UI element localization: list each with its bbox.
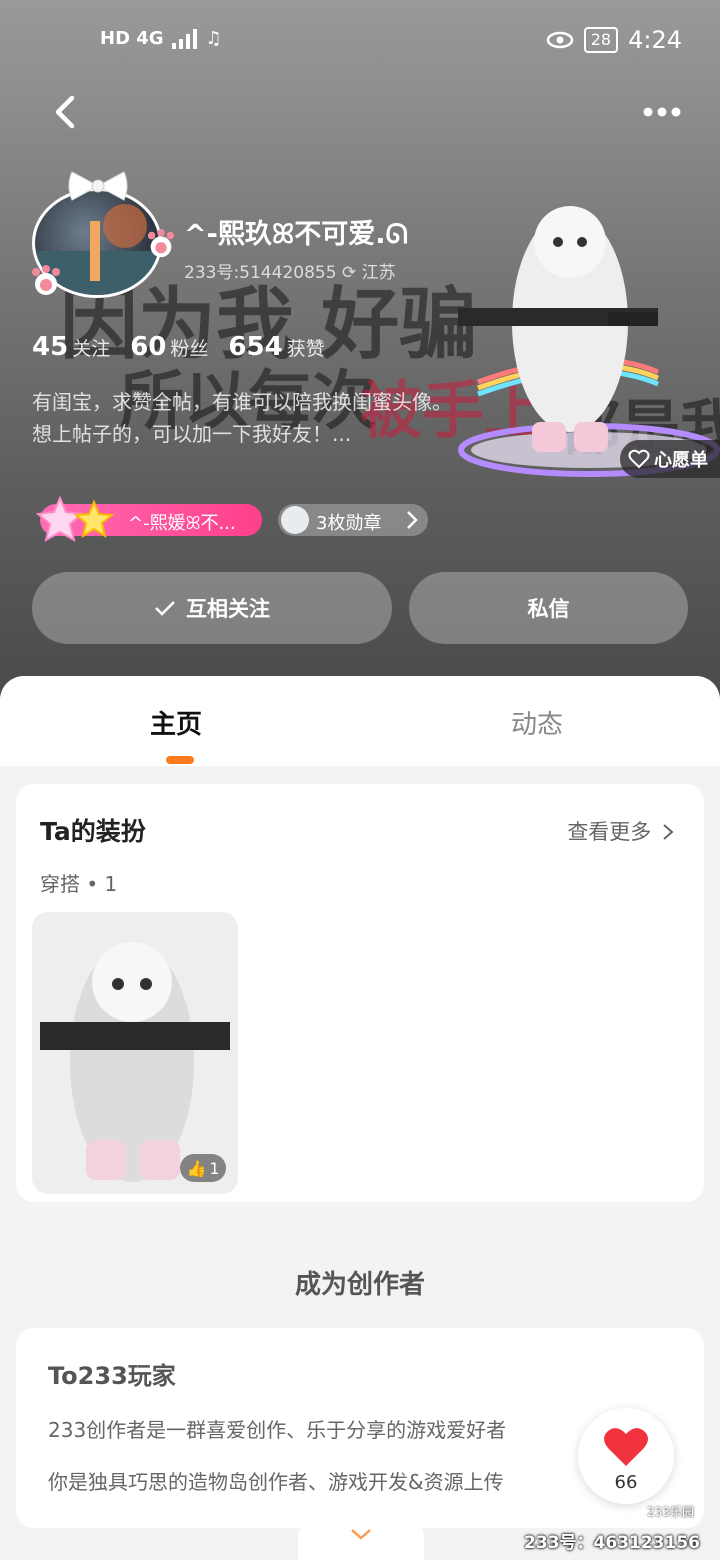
creator-line-2: 你是独具巧思的造物岛创作者、游戏开发&资源上传	[48, 1470, 504, 1494]
chevron-right-icon	[663, 824, 674, 840]
tab-bar: 主页 动态	[0, 676, 720, 766]
badge-label: ^-熙媛ꕤ不...	[128, 513, 236, 534]
avatar-character-image	[458, 206, 720, 477]
outfit-title: Ta的装扮	[40, 817, 146, 846]
outfit-count: 穿搭 • 1	[40, 872, 118, 896]
time: 4:24	[628, 26, 682, 54]
floating-like-button[interactable]: 66	[578, 1408, 674, 1504]
check-icon	[155, 601, 175, 616]
creator-section-title: 成为创作者	[294, 1270, 425, 1300]
heart-outline-icon	[628, 449, 650, 469]
medals-button[interactable]: 3枚勋章	[278, 504, 428, 536]
message-button[interactable]: 私信	[409, 572, 688, 644]
more-button[interactable]	[640, 100, 684, 124]
chevron-left-icon	[55, 95, 75, 129]
thumbs-up-icon: 👍	[186, 1158, 207, 1178]
tab-feed[interactable]: 动态	[511, 704, 563, 741]
outfit-card: Ta的装扮 查看更多 穿搭 • 1 👍 1	[16, 784, 704, 1202]
message-label: 私信	[527, 597, 570, 621]
stat-following[interactable]: 45 关注	[32, 332, 110, 362]
wishlist-button[interactable]: 心愿单	[620, 440, 720, 478]
star-icon	[36, 496, 115, 542]
network-indicator: HD 4G	[100, 28, 164, 49]
chevron-right-icon	[407, 511, 418, 529]
more-icon	[643, 107, 681, 117]
medal-icon	[281, 506, 309, 534]
see-more-link[interactable]: 查看更多	[567, 816, 674, 846]
username: ^-熙玖ꕤ不可爱.ᘏ	[184, 219, 408, 250]
bow-icon	[68, 171, 128, 201]
outfit-image	[40, 942, 230, 1182]
tab-home[interactable]: 主页	[150, 704, 202, 741]
like-count: 66	[614, 1472, 638, 1493]
heart-icon	[604, 1428, 648, 1466]
user-location: 江苏	[361, 263, 396, 283]
profile-stats: 45 关注 60 粉丝 654 获赞	[32, 332, 325, 362]
profile-header: 因为我 好骗 所以每次 被手上 都是我 HD 4G ♫ 28 4:24 ^-熙玖…	[0, 0, 720, 700]
creator-line-1: 233创作者是一群喜爱创作、乐于分享的游戏爱好者	[48, 1418, 507, 1442]
mutual-follow-label: 互相关注	[186, 597, 270, 621]
status-bar: HD 4G ♫ 28 4:24	[0, 22, 720, 62]
stat-followers[interactable]: 60 粉丝	[130, 332, 208, 362]
paw-icon	[32, 265, 60, 295]
badge-pill[interactable]: ^-熙媛ꕤ不...	[36, 496, 262, 542]
signal-icon	[171, 28, 197, 49]
user-id-row: 233号:514420855 ⟳ 江苏	[184, 258, 396, 283]
avatar[interactable]	[28, 168, 178, 308]
watermark-logo: 233乐园	[643, 1502, 698, 1521]
outfit-thumbnail[interactable]: 👍 1	[32, 912, 238, 1194]
music-icon: ♫	[205, 28, 222, 49]
active-tab-indicator	[166, 756, 194, 764]
watermark-id: 233号：463123156	[524, 1533, 700, 1553]
location-icon: ⟳	[341, 263, 362, 283]
back-button[interactable]	[48, 92, 84, 132]
mutual-follow-button[interactable]: 互相关注	[32, 572, 392, 644]
battery-indicator: 28	[583, 27, 619, 53]
profile-bio[interactable]: 有闺宝，求赞全帖，有谁可以陪我换闺蜜头像。想上帖子的，可以加一下我好友！...	[32, 386, 452, 450]
wishlist-label: 心愿单	[654, 450, 708, 471]
scroll-down-tab[interactable]	[298, 1516, 424, 1560]
outfit-like-count: 👍 1	[180, 1154, 226, 1182]
user-id: 233号:514420855	[184, 263, 337, 283]
chevron-down-icon	[351, 1529, 371, 1540]
stat-likes[interactable]: 654 获赞	[228, 332, 324, 362]
eye-icon	[546, 31, 573, 49]
medals-label: 3枚勋章	[316, 513, 382, 534]
paw-icon	[147, 228, 175, 258]
creator-card-title: To233玩家	[48, 1362, 176, 1390]
